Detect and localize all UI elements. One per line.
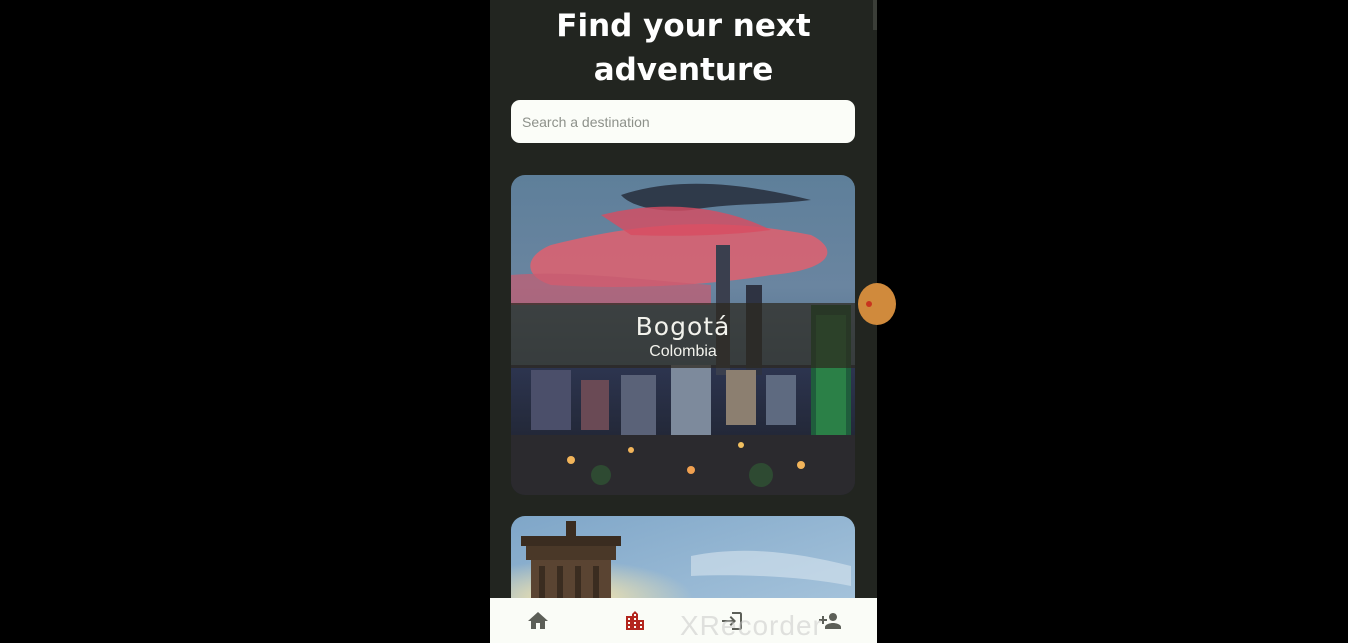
- app-screen: Find your next adventure Search a destin…: [490, 0, 877, 643]
- search-input[interactable]: Search a destination: [511, 100, 855, 143]
- destination-label: Bogotá Colombia: [511, 303, 855, 368]
- city-icon: [626, 610, 645, 630]
- floating-recorder-button[interactable]: [858, 283, 896, 325]
- nav-home[interactable]: [514, 601, 562, 641]
- recorder-watermark: XRecorder: [680, 610, 823, 641]
- title-line-2: adventure: [593, 52, 774, 88]
- search-placeholder: Search a destination: [522, 113, 650, 130]
- title-line-1: Find your next: [556, 8, 811, 44]
- destination-city: Bogotá: [635, 312, 731, 341]
- page-title: Find your next adventure: [490, 4, 877, 92]
- destination-card-bogota[interactable]: Bogotá Colombia: [511, 175, 855, 495]
- destination-country: Colombia: [649, 343, 717, 360]
- home-icon: [528, 611, 549, 629]
- nav-destinations[interactable]: [611, 601, 659, 641]
